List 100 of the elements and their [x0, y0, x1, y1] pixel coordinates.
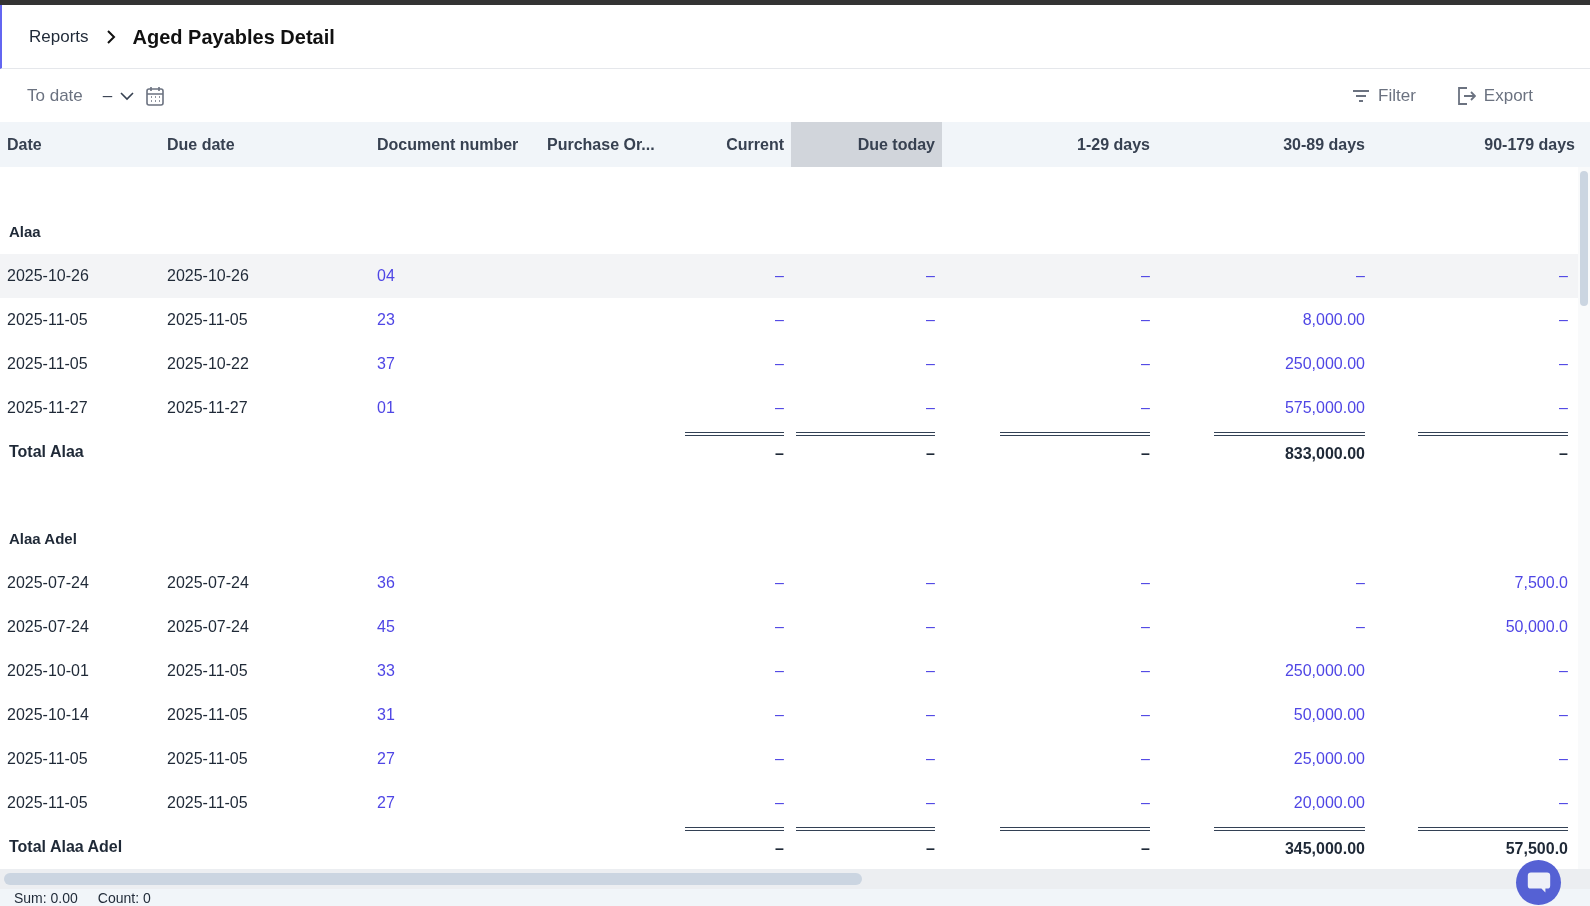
column-header[interactable]: Date [7, 132, 42, 157]
amount-link[interactable]: – [1559, 791, 1568, 815]
table-cell-text: 2025-11-05 [7, 310, 88, 330]
total-label: Total Alaa [9, 442, 84, 462]
document-link[interactable]: 27 [377, 747, 395, 771]
table-cell-text: 2025-11-05 [7, 793, 88, 813]
amount-link[interactable]: – [926, 352, 935, 376]
amount-link[interactable]: – [1141, 308, 1150, 332]
column-header[interactable]: 1-29 days [1077, 132, 1150, 157]
amount-link[interactable]: – [1559, 308, 1568, 332]
document-link[interactable]: 23 [377, 308, 395, 332]
chevron-right-icon [104, 29, 117, 44]
amount-link[interactable]: 8,000.00 [1302, 308, 1365, 332]
amount-link[interactable]: – [926, 659, 935, 683]
amount-link[interactable]: – [775, 308, 784, 332]
amount-link[interactable]: – [926, 396, 935, 420]
amount-link[interactable]: – [1559, 396, 1568, 420]
column-header[interactable]: Current [726, 132, 784, 157]
amount-link[interactable]: 7,500.0 [1514, 571, 1568, 595]
document-link[interactable]: 31 [377, 703, 395, 727]
group-heading: Alaa Adel [9, 528, 77, 549]
table-cell-text: 2025-07-24 [167, 617, 249, 637]
table-cell-text: 2025-11-05 [7, 354, 88, 374]
sum-text: Sum: 0.00 [14, 889, 78, 906]
amount-link[interactable]: – [1141, 703, 1150, 727]
horizontal-scrollbar[interactable] [0, 869, 1590, 889]
amount-link[interactable]: – [1356, 615, 1365, 639]
date-label: To date [27, 84, 83, 107]
amount-link[interactable]: – [1356, 264, 1365, 288]
vertical-scrollbar[interactable] [1578, 167, 1590, 869]
total-amount: – [1000, 827, 1150, 861]
amount-link[interactable]: 20,000.00 [1293, 791, 1365, 815]
document-link[interactable]: 01 [377, 396, 395, 420]
document-link[interactable]: 04 [377, 264, 395, 288]
document-link[interactable]: 36 [377, 571, 395, 595]
table-cell-text: 2025-11-05 [7, 749, 88, 769]
amount-link[interactable]: – [1356, 571, 1365, 595]
column-header[interactable]: Document number [377, 132, 519, 157]
amount-link[interactable]: – [1141, 659, 1150, 683]
total-amount: 345,000.00 [1214, 827, 1365, 861]
amount-link[interactable]: 50,000.0 [1505, 615, 1568, 639]
amount-link[interactable]: – [926, 571, 935, 595]
total-amount: – [685, 827, 784, 861]
filter-button[interactable]: Filter [1352, 82, 1416, 109]
chat-bubble-icon [1525, 870, 1552, 895]
amount-link[interactable]: – [926, 747, 935, 771]
amount-link[interactable]: 25,000.00 [1293, 747, 1365, 771]
document-link[interactable]: 37 [377, 352, 395, 376]
amount-link[interactable]: – [775, 396, 784, 420]
table-cell-text: 2025-11-05 [167, 310, 248, 330]
column-header[interactable]: Purchase Or... [547, 132, 655, 157]
amount-link[interactable]: – [1141, 264, 1150, 288]
breadcrumb-link[interactable]: Reports [29, 23, 89, 50]
amount-link[interactable]: – [775, 659, 784, 683]
amount-link[interactable]: – [1559, 352, 1568, 376]
amount-link[interactable]: – [775, 747, 784, 771]
amount-link[interactable]: – [1141, 615, 1150, 639]
amount-link[interactable]: – [926, 703, 935, 727]
amount-link[interactable]: – [1141, 352, 1150, 376]
column-header[interactable]: 90-179 days [1484, 132, 1575, 157]
amount-link[interactable]: 250,000.00 [1284, 659, 1365, 683]
amount-link[interactable]: – [775, 571, 784, 595]
amount-link[interactable]: – [1141, 396, 1150, 420]
amount-link[interactable]: – [775, 264, 784, 288]
table-row[interactable]: 2025-10-26 2025-10-26 04 – – – – – [0, 254, 1578, 298]
amount-link[interactable]: – [775, 352, 784, 376]
amount-link[interactable]: 250,000.00 [1284, 352, 1365, 376]
total-amount: – [796, 827, 935, 861]
table-cell-text: 2025-11-05 [167, 661, 248, 681]
amount-link[interactable]: – [775, 791, 784, 815]
amount-link[interactable]: 50,000.00 [1293, 703, 1365, 727]
table-cell-text: 2025-10-22 [167, 354, 249, 374]
export-button[interactable]: Export [1455, 82, 1533, 109]
total-amount: – [796, 432, 935, 466]
amount-link[interactable]: – [926, 615, 935, 639]
amount-link[interactable]: – [775, 615, 784, 639]
amount-link[interactable]: – [926, 308, 935, 332]
column-header[interactable]: 30-89 days [1283, 132, 1365, 157]
amount-link[interactable]: – [1559, 703, 1568, 727]
amount-link[interactable]: – [1559, 747, 1568, 771]
amount-link[interactable]: – [775, 703, 784, 727]
amount-link[interactable]: – [1559, 659, 1568, 683]
total-amount: 833,000.00 [1214, 432, 1365, 466]
amount-link[interactable]: – [1141, 571, 1150, 595]
calendar-icon[interactable] [146, 85, 165, 106]
table-cell-text: 2025-11-05 [167, 749, 248, 769]
amount-link[interactable]: 575,000.00 [1284, 396, 1365, 420]
amount-link[interactable]: – [926, 791, 935, 815]
amount-link[interactable]: – [1559, 264, 1568, 288]
amount-link[interactable]: – [1141, 747, 1150, 771]
count-text: Count: 0 [97, 889, 151, 906]
column-header[interactable]: Due date [167, 132, 235, 157]
date-dropdown[interactable]: – [102, 82, 135, 109]
document-link[interactable]: 45 [377, 615, 395, 639]
document-link[interactable]: 33 [377, 659, 395, 683]
amount-link[interactable]: – [1141, 791, 1150, 815]
table-cell-text: 2025-10-14 [7, 705, 89, 725]
document-link[interactable]: 27 [377, 791, 395, 815]
amount-link[interactable]: – [926, 264, 935, 288]
table-cell-text: 2025-11-27 [167, 398, 248, 418]
